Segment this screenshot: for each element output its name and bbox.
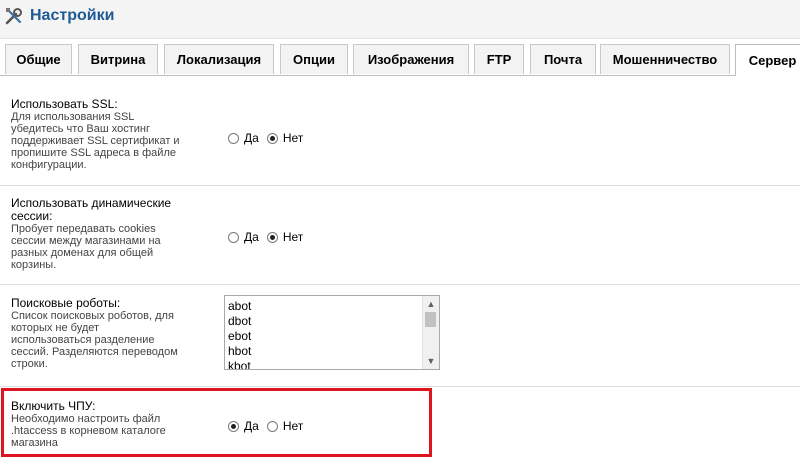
tab-localization[interactable]: Локализация — [164, 44, 274, 74]
page-title: Настройки — [30, 7, 115, 24]
sessions-no-label[interactable]: Нет — [283, 230, 303, 244]
highlight-box — [1, 388, 432, 457]
tab-fraud[interactable]: Мошенничество — [600, 44, 730, 74]
tab-options[interactable]: Опции — [280, 44, 348, 74]
row-divider — [0, 185, 800, 186]
tools-icon — [5, 8, 22, 25]
tab-server[interactable]: Сервер — [735, 44, 800, 76]
chevron-down-icon[interactable]: ▼ — [423, 354, 439, 368]
sessions-label-block: Использовать динамические сессии: Пробуе… — [11, 196, 206, 272]
list-item: abot — [228, 299, 252, 313]
ssl-title: Использовать SSL: — [11, 97, 118, 111]
sessions-yes-label[interactable]: Да — [244, 230, 259, 244]
ssl-yes-radio[interactable] — [228, 132, 239, 144]
list-item: dbot — [228, 314, 252, 328]
tab-storefront[interactable]: Витрина — [78, 44, 158, 74]
row-divider — [0, 284, 800, 285]
ssl-no-label[interactable]: Нет — [283, 131, 303, 145]
ssl-help: Для использования SSL убедитесь что Ваш … — [11, 111, 180, 171]
sessions-radio-group: Да Нет — [228, 230, 311, 244]
page-header: Настройки — [0, 0, 800, 39]
list-item: hbot — [228, 344, 252, 358]
tab-general[interactable]: Общие — [5, 44, 72, 74]
robots-label-block: Поисковые роботы: Список поисковых робот… — [11, 296, 206, 371]
list-item: ebot — [228, 329, 252, 343]
tab-mail[interactable]: Почта — [530, 44, 596, 74]
scrollbar-thumb[interactable] — [425, 312, 436, 327]
robots-scrollbar[interactable]: ▲ ▼ — [422, 296, 439, 369]
chevron-up-icon[interactable]: ▲ — [423, 297, 439, 311]
sessions-yes-radio[interactable] — [228, 231, 239, 243]
tab-images[interactable]: Изображения — [353, 44, 469, 74]
ssl-radio-group: Да Нет — [228, 131, 311, 145]
ssl-no-radio[interactable] — [266, 132, 278, 144]
sessions-no-radio[interactable] — [266, 231, 278, 243]
settings-tabs: Общие Витрина Локализация Опции Изображе… — [0, 44, 800, 76]
sessions-title: Использовать динамические сессии: — [11, 196, 172, 223]
robots-title: Поисковые роботы: — [11, 296, 121, 310]
tab-ftp[interactable]: FTP — [474, 44, 524, 74]
robots-textarea[interactable]: abot dbot ebot hbot kbot ▲ ▼ — [224, 295, 440, 370]
list-item: kbot — [228, 359, 251, 370]
ssl-label-block: Использовать SSL: Для использования SSL … — [11, 97, 206, 172]
ssl-yes-label[interactable]: Да — [244, 131, 259, 145]
sessions-help: Пробует передавать cookies сессии между … — [11, 223, 161, 271]
robots-list: abot dbot ebot hbot kbot — [228, 299, 252, 370]
row-divider — [0, 386, 800, 387]
robots-help: Список поисковых роботов, для которых не… — [11, 310, 178, 370]
